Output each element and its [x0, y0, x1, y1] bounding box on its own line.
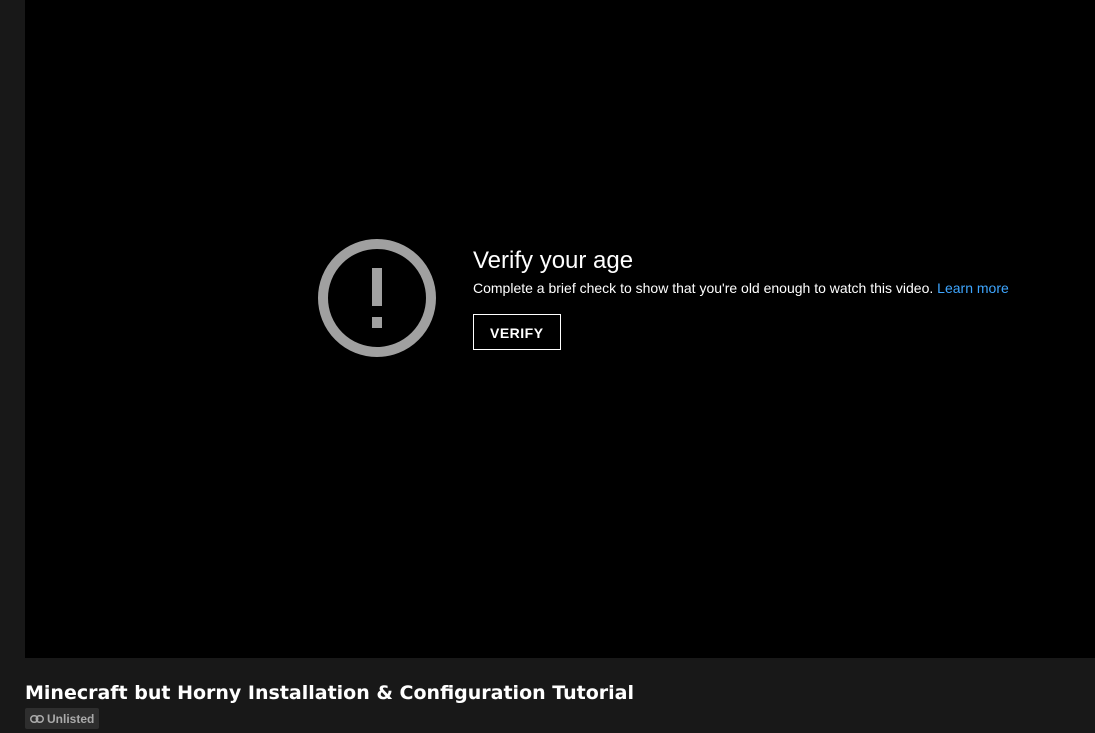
age-gate-description-text: Complete a brief check to show that you'… — [473, 280, 934, 296]
age-gate-description: Complete a brief check to show that you'… — [473, 278, 1009, 298]
visibility-badge: Unlisted — [25, 708, 100, 729]
learn-more-link[interactable]: Learn more — [937, 280, 1009, 296]
watch-page: Verify your age Complete a brief check t… — [0, 0, 1095, 733]
age-gate-text: Verify your age Complete a brief check t… — [473, 244, 1009, 350]
age-verification-panel: Verify your age Complete a brief check t… — [317, 238, 1009, 358]
link-icon — [30, 714, 44, 723]
alert-circle-icon — [318, 239, 436, 357]
age-gate-title: Verify your age — [473, 247, 634, 274]
video-player[interactable]: Verify your age Complete a brief check t… — [25, 0, 1095, 658]
visibility-label: Unlisted — [47, 711, 95, 726]
verify-button[interactable]: VERIFY — [473, 314, 561, 350]
video-title: Minecraft but Horny Installation & Confi… — [25, 682, 635, 704]
